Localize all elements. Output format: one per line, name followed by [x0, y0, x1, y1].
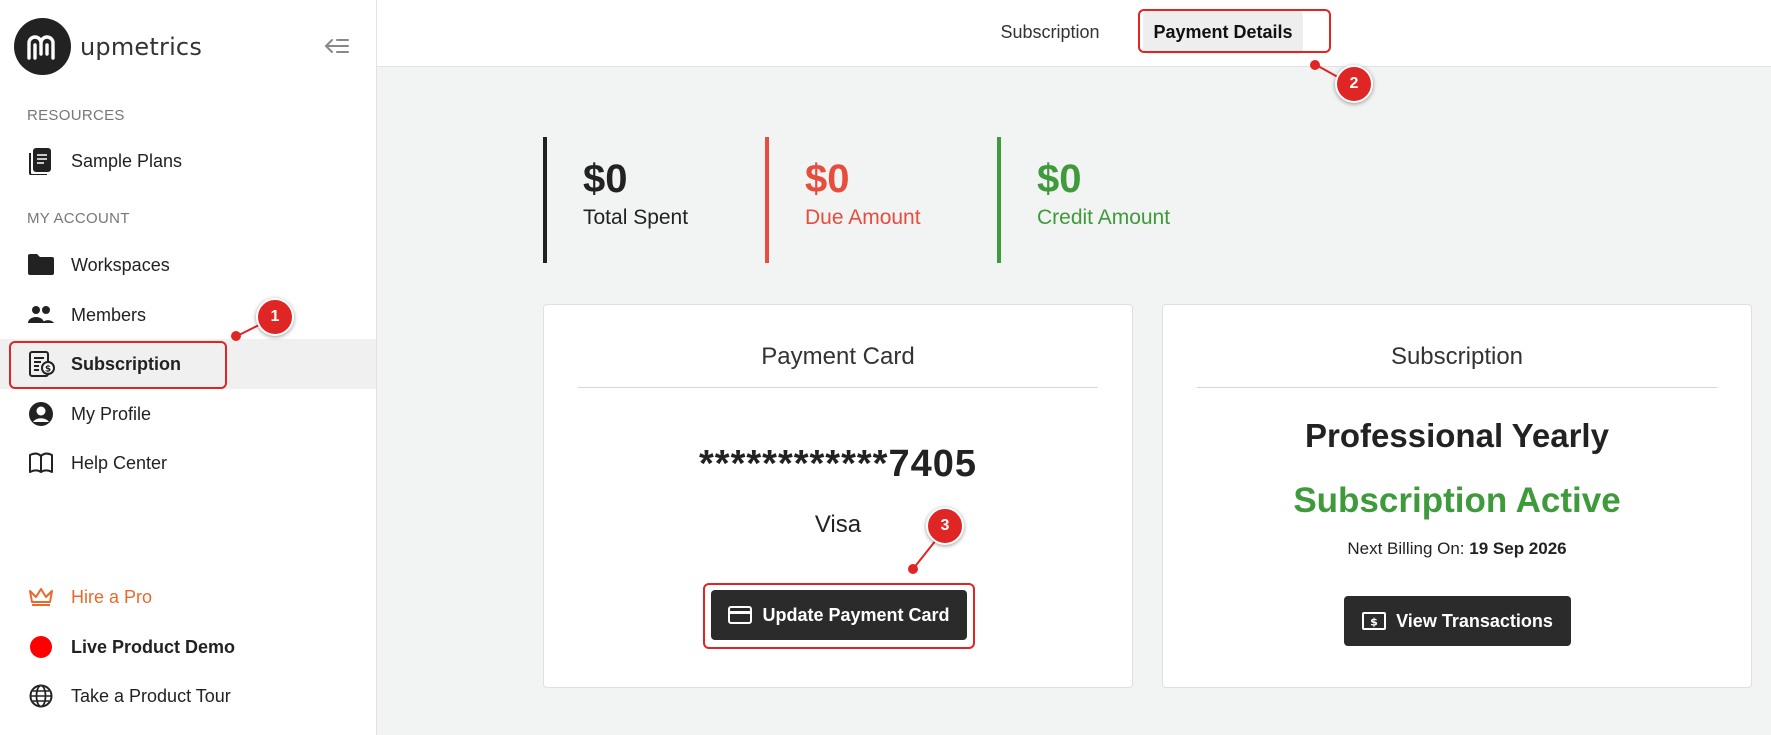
sidebar-item-label: Hire a Pro	[71, 586, 153, 607]
sidebar-item-live-product-demo[interactable]: Live Product Demo	[0, 622, 376, 672]
document-icon	[27, 147, 55, 175]
annotation-dot	[1310, 60, 1320, 70]
subscription-status: Subscription Active	[1293, 481, 1621, 520]
total-spent-stat: $0 Total Spent	[543, 137, 688, 263]
globe-icon	[27, 682, 55, 710]
upmetrics-logo-icon	[14, 18, 71, 75]
total-spent-label: Total Spent	[583, 206, 689, 229]
button-label: View Transactions	[1396, 610, 1553, 631]
profile-icon	[27, 400, 55, 428]
sidebar-item-members[interactable]: Members	[0, 290, 376, 340]
annotation-dot	[908, 564, 918, 574]
highlight-subscription-nav	[9, 341, 227, 389]
money-icon: $	[1362, 612, 1387, 630]
credit-amount-stat: $0 Credit Amount	[997, 137, 1170, 263]
sidebar-item-label: Take a Product Tour	[71, 685, 231, 706]
logo[interactable]: upmetrics	[14, 18, 202, 75]
total-spent-amount: $0	[583, 157, 628, 201]
annotation-dot	[231, 331, 241, 341]
next-billing: Next Billing On: 19 Sep 2026	[1163, 539, 1751, 559]
next-billing-label: Next Billing On:	[1347, 539, 1465, 558]
sidebar-item-label: Members	[71, 304, 147, 325]
svg-text:$: $	[1370, 616, 1378, 629]
people-icon	[27, 301, 55, 329]
sidebar-item-my-profile[interactable]: My Profile	[0, 389, 376, 439]
sidebar-item-label: Live Product Demo	[71, 636, 236, 657]
sidebar-item-label: My Profile	[71, 403, 152, 424]
due-amount-label: Due Amount	[805, 206, 921, 229]
highlight-payment-details-tab	[1138, 9, 1331, 53]
step-badge-3: 3	[926, 507, 964, 545]
collapse-sidebar-icon[interactable]	[324, 36, 352, 60]
card-brand: Visa	[814, 511, 862, 538]
my-account-section-title: MY ACCOUNT	[27, 210, 130, 227]
payment-card-title: Payment Card	[761, 343, 915, 370]
masked-card-number: ************7405	[699, 443, 977, 485]
divider	[578, 387, 1098, 388]
sidebar-item-product-tour[interactable]: Take a Product Tour	[0, 671, 376, 721]
divider	[1197, 387, 1717, 388]
credit-amount-label: Credit Amount	[1037, 206, 1171, 229]
sidebar-item-label: Sample Plans	[71, 150, 183, 171]
sidebar-item-sample-plans[interactable]: Sample Plans	[0, 136, 376, 186]
due-amount-value: $0	[805, 157, 850, 201]
due-amount-stat: $0 Due Amount	[765, 137, 921, 263]
next-billing-date: 19 Sep 2026	[1469, 539, 1567, 558]
view-transactions-button[interactable]: $ View Transactions	[1344, 596, 1571, 646]
plan-name: Professional Yearly	[1305, 417, 1609, 454]
sidebar-item-workspaces[interactable]: Workspaces	[0, 240, 376, 290]
sidebar-item-label: Help Center	[71, 452, 168, 473]
folder-icon	[27, 251, 55, 279]
top-tab-bar: Subscription Payment Details	[377, 0, 1771, 67]
resources-section-title: RESOURCES	[27, 107, 125, 124]
crown-icon	[27, 583, 55, 611]
subscription-title: Subscription	[1390, 343, 1524, 370]
subscription-panel: Subscription Professional Yearly Subscri…	[1162, 304, 1752, 688]
logo-text: upmetrics	[80, 32, 203, 61]
book-icon	[27, 449, 55, 477]
highlight-update-card-button	[703, 583, 975, 649]
step-badge-1: 1	[256, 298, 294, 336]
live-dot-icon	[27, 633, 55, 661]
sidebar-item-help-center[interactable]: Help Center	[0, 438, 376, 488]
tab-subscription[interactable]: Subscription	[975, 10, 1125, 54]
sidebar-item-label: Workspaces	[71, 254, 170, 275]
credit-amount-value: $0	[1037, 157, 1082, 201]
step-badge-2: 2	[1335, 65, 1373, 103]
sidebar-item-hire-a-pro[interactable]: Hire a Pro	[0, 572, 376, 622]
